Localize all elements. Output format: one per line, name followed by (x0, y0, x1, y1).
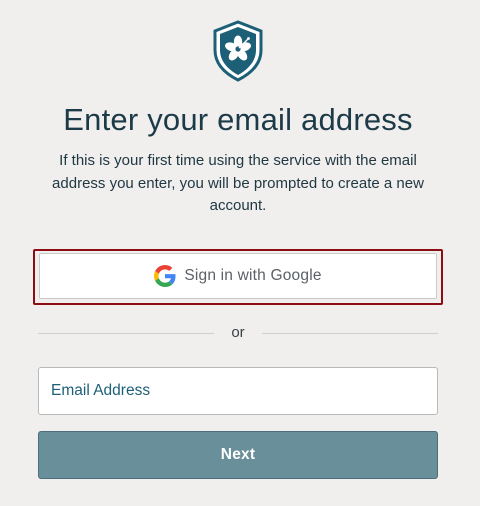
shield-logo-icon (212, 20, 264, 82)
page-description: If this is your first time using the ser… (52, 152, 424, 214)
email-field[interactable] (38, 367, 438, 415)
google-g-icon (154, 265, 176, 287)
or-divider: or (38, 323, 438, 343)
google-sign-in-button[interactable]: Sign in with Google (39, 253, 437, 299)
divider-line-right (262, 333, 438, 334)
page-title: Enter your email address (63, 102, 413, 137)
next-button[interactable]: Next (38, 431, 438, 479)
google-button-label: Sign in with Google (184, 267, 322, 284)
